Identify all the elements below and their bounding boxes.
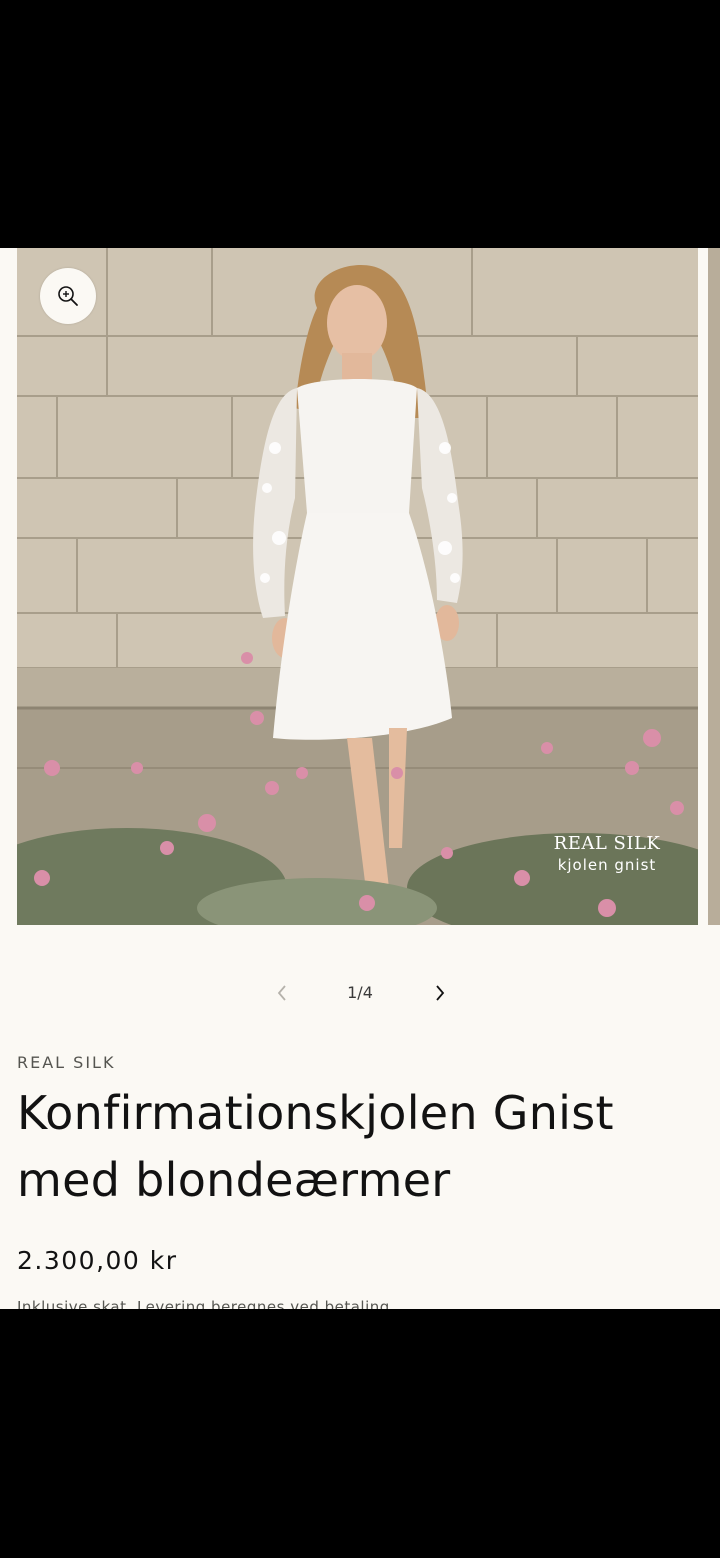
slider-controls: 1/4 (0, 973, 720, 1013)
tax-shipping-note: Inklusive skat. Levering beregnes ved be… (17, 1298, 396, 1309)
watermark-brand: REAL SILK (553, 833, 661, 854)
zoom-button[interactable] (40, 268, 96, 324)
status-bar-area (0, 0, 720, 248)
slide-counter: 1/4 (347, 983, 373, 1002)
chevron-left-icon (277, 985, 286, 1001)
image-watermark: REAL SILK kjolen gnist (537, 833, 677, 874)
next-slide-button[interactable] (420, 973, 460, 1013)
product-price: 2.300,00 kr (17, 1246, 178, 1275)
chevron-right-icon (436, 985, 445, 1001)
watermark-sub: kjolen gnist (557, 856, 657, 874)
product-photo-illustration (17, 248, 698, 925)
product-photo[interactable]: REAL SILK kjolen gnist (17, 248, 698, 925)
product-vendor: REAL SILK (17, 1053, 116, 1072)
previous-slide-button[interactable] (262, 973, 302, 1013)
product-page: REAL SILK kjolen gnist 1/4 REAL SILK Kon… (0, 248, 720, 1309)
product-title: Konfirmationskjolen Gnist med blondeærme… (17, 1086, 614, 1207)
navigation-bar-area (0, 1309, 720, 1558)
next-image-preview[interactable] (708, 248, 720, 925)
zoom-in-icon (58, 286, 78, 306)
